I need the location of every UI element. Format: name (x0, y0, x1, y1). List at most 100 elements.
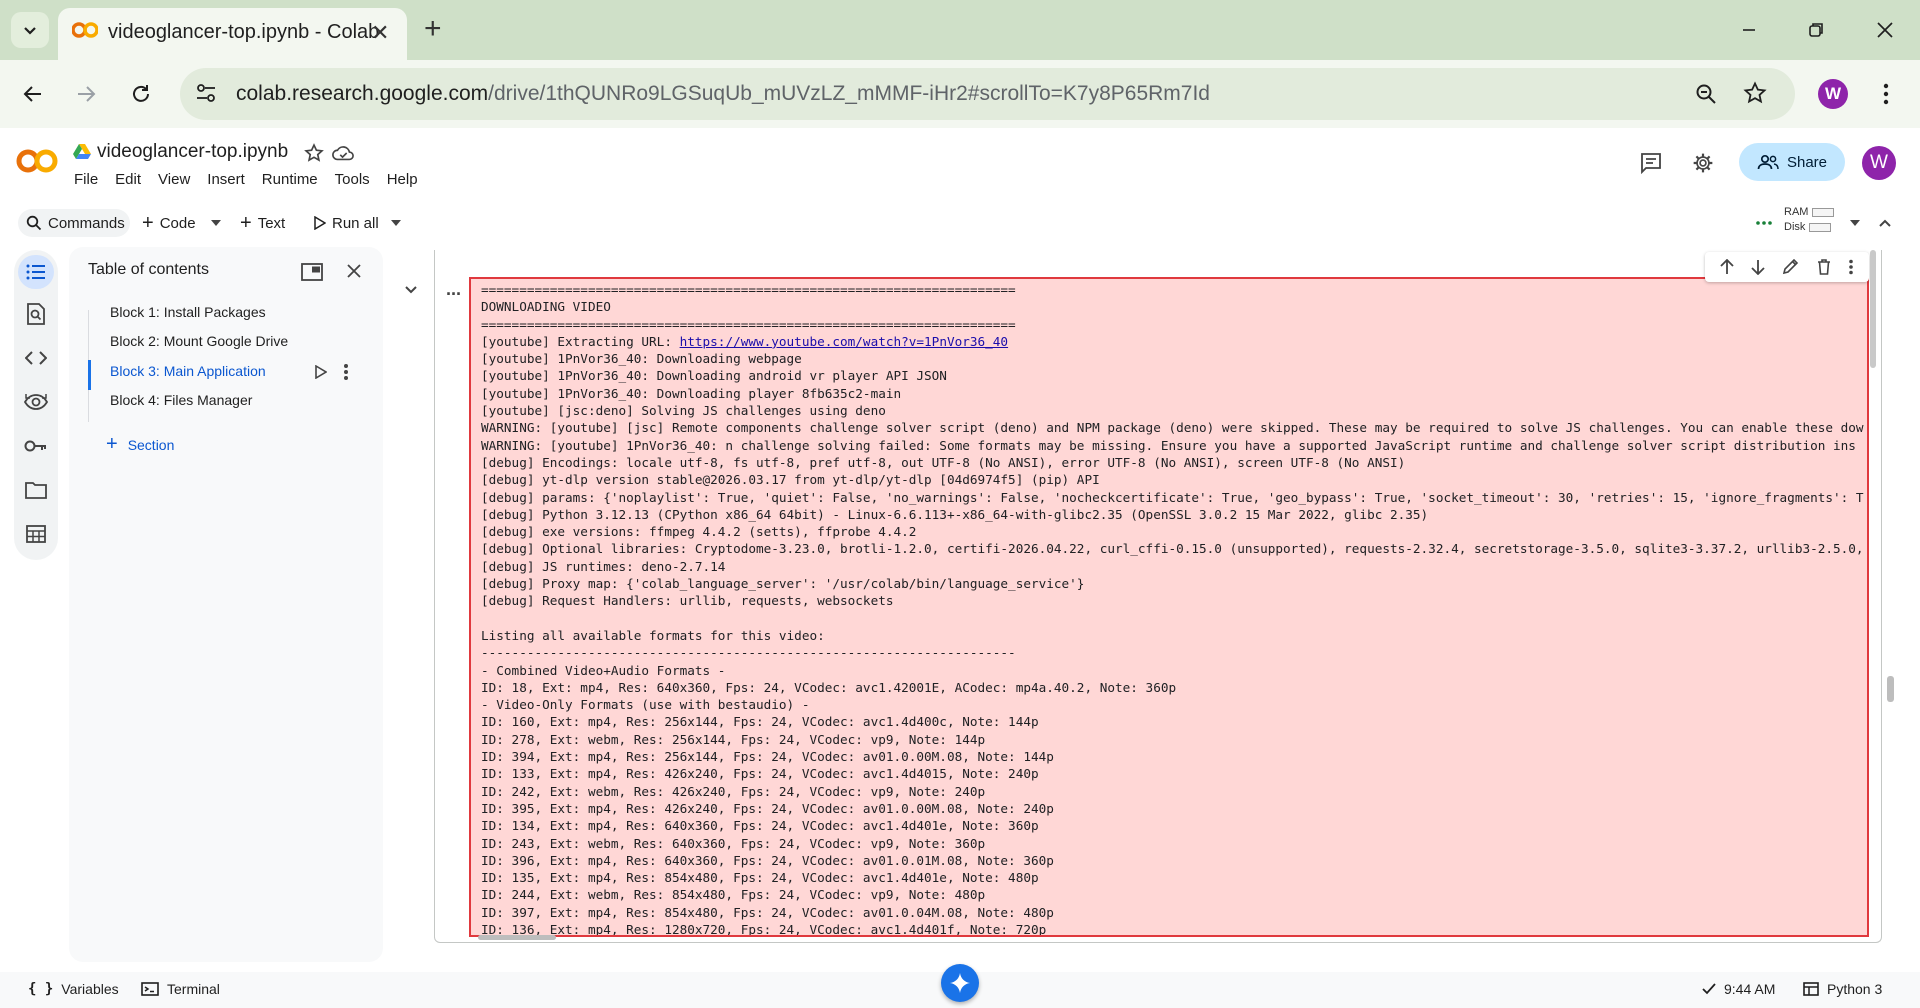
bookmark-star-icon[interactable] (1743, 81, 1767, 105)
more-vert-icon[interactable] (1870, 78, 1902, 110)
collapse-header-button[interactable] (1878, 209, 1892, 237)
reload-icon[interactable] (125, 78, 157, 110)
toc-item-block-3[interactable]: Block 3: Main Application (110, 363, 266, 379)
add-section-button[interactable]: + Section (106, 433, 174, 456)
avatar[interactable]: W (1862, 146, 1896, 180)
notebook-scrollbar[interactable] (1887, 676, 1894, 702)
menu-tools[interactable]: Tools (335, 171, 370, 188)
resource-meter[interactable]: RAM Disk (1784, 205, 1835, 235)
address-bar[interactable]: colab.research.google.com/drive/1thQUNRo… (180, 68, 1795, 120)
new-tab-button[interactable]: + (424, 14, 442, 44)
output-line: ID: 136, Ext: mp4, Res: 1280x720, Fps: 2… (481, 921, 1047, 937)
close-icon[interactable]: ✕ (371, 20, 389, 46)
resource-dropdown[interactable] (1850, 209, 1860, 237)
menu-file[interactable]: File (74, 171, 98, 188)
add-code-label: Code (159, 214, 196, 232)
add-text-button[interactable]: + Text (240, 209, 285, 237)
profile-avatar[interactable]: W (1818, 79, 1848, 109)
commands-button[interactable]: Commands (18, 209, 130, 237)
output-line: ID: 396, Ext: mp4, Res: 640x360, Fps: 24… (481, 852, 1054, 868)
play-icon[interactable] (315, 365, 327, 379)
runtime-type[interactable]: Python 3 (1803, 981, 1882, 997)
toc-list-icon[interactable] (18, 255, 54, 289)
url-path: /drive/1thQUNRo9LGSuqUb_mUVzLZ_mMMF-iHr2… (488, 82, 1210, 105)
variables-button[interactable]: { } Variables (28, 981, 119, 997)
terminal-button[interactable]: Terminal (141, 981, 220, 997)
menu-runtime[interactable]: Runtime (262, 171, 318, 188)
caret-down-icon (211, 220, 221, 226)
table-icon[interactable] (23, 521, 49, 547)
chevron-down-icon[interactable] (404, 285, 418, 295)
output-line: [debug] Optional libraries: Cryptodome-3… (481, 541, 1864, 557)
output-line: [debug] exe versions: ffmpeg 4.4.2 (sett… (481, 524, 917, 540)
colab-logo[interactable] (16, 148, 58, 174)
output-line: ----------------------------------------… (481, 645, 1016, 661)
more-vert-icon[interactable] (1848, 259, 1854, 275)
runtime-connected-icon[interactable] (1756, 209, 1772, 237)
output-line: WARNING: [youtube] [jsc] Remote componen… (481, 420, 1864, 436)
add-code-dropdown[interactable] (211, 209, 221, 237)
more-vert-icon[interactable] (343, 363, 349, 381)
gemini-button[interactable] (941, 964, 979, 1002)
cloud-icon[interactable] (332, 144, 354, 162)
edit-icon[interactable] (1782, 259, 1800, 275)
notebook-title[interactable]: videoglancer-top.ipynb (97, 141, 288, 163)
output-line: - Video-Only Formats (use with bestaudio… (481, 697, 810, 713)
variables-eye-icon[interactable] (23, 389, 49, 415)
toc-panel: Table of contents Block 1: Install Packa… (69, 247, 383, 962)
code-icon[interactable] (23, 345, 49, 371)
url-host: colab.research.google.com (236, 82, 489, 105)
minimize-icon[interactable] (1729, 12, 1769, 48)
output-line: [debug] JS runtimes: deno-2.7.14 (481, 558, 726, 574)
arrow-up-icon[interactable] (1719, 259, 1734, 275)
output-video-link[interactable]: https://www.youtube.com/watch?v=1PnVor36… (680, 334, 1008, 349)
menu-help[interactable]: Help (387, 171, 418, 188)
output-horizontal-scrollbar[interactable] (478, 935, 556, 940)
output-line: DOWNLOADING VIDEO (481, 299, 611, 315)
output-line: ID: 242, Ext: webm, Res: 426x240, Fps: 2… (481, 783, 986, 799)
checkmark-icon (1702, 983, 1716, 995)
folder-icon[interactable] (23, 477, 49, 503)
popout-icon[interactable] (301, 263, 323, 281)
output-actions-icon[interactable]: ··· (446, 284, 462, 305)
output-line: [debug] params: {'noplaylist': True, 'qu… (481, 489, 1864, 505)
gemini-sparkle-icon (950, 973, 970, 993)
menu-view[interactable]: View (158, 171, 190, 188)
star-icon[interactable] (304, 143, 324, 163)
window-close-icon[interactable] (1865, 12, 1905, 48)
toc-item-block-4[interactable]: Block 4: Files Manager (110, 392, 252, 408)
add-code-button[interactable]: + Code (142, 209, 196, 237)
browser-tab-active[interactable]: videoglancer-top.ipynb - Colab ✕ (58, 8, 407, 60)
output-line: ID: 278, Ext: webm, Res: 256x144, Fps: 2… (481, 731, 986, 747)
restore-icon[interactable] (1796, 12, 1836, 48)
forward-arrow-icon[interactable] (70, 78, 102, 110)
comment-icon[interactable] (1640, 152, 1662, 174)
gear-icon[interactable] (1692, 152, 1714, 174)
toc-item-block-2[interactable]: Block 2: Mount Google Drive (110, 333, 288, 349)
find-icon[interactable] (23, 301, 49, 327)
tab-search-button[interactable] (11, 12, 49, 48)
trash-icon[interactable] (1817, 259, 1831, 275)
key-icon[interactable] (23, 433, 49, 459)
output-line: ID: 395, Ext: mp4, Res: 426x240, Fps: 24… (481, 800, 1054, 816)
menu-edit[interactable]: Edit (115, 171, 141, 188)
output-line: [youtube] 1PnVor36_40: Downloading andro… (481, 368, 947, 384)
share-button[interactable]: Share (1739, 143, 1845, 181)
execution-status[interactable]: 9:44 AM (1702, 981, 1775, 997)
zoom-icon[interactable] (1694, 82, 1718, 106)
run-all-button[interactable]: Run all (314, 209, 379, 237)
close-icon[interactable] (346, 263, 362, 279)
caret-down-icon (1850, 220, 1860, 226)
toc-item-block-1[interactable]: Block 1: Install Packages (110, 304, 266, 320)
cell-output[interactable]: ========================================… (469, 277, 1869, 937)
run-all-dropdown[interactable] (391, 209, 401, 237)
menu-bar: File Edit View Insert Runtime Tools Help (74, 171, 435, 188)
output-line: ID: 243, Ext: webm, Res: 640x360, Fps: 2… (481, 835, 986, 851)
menu-insert[interactable]: Insert (207, 171, 245, 188)
arrow-down-icon[interactable] (1751, 259, 1765, 275)
site-info-icon[interactable] (194, 81, 218, 105)
back-arrow-icon[interactable] (17, 78, 49, 110)
output-line: [youtube] [jsc:deno] Solving JS challeng… (481, 403, 886, 419)
output-scrollbar[interactable] (1870, 250, 1876, 368)
